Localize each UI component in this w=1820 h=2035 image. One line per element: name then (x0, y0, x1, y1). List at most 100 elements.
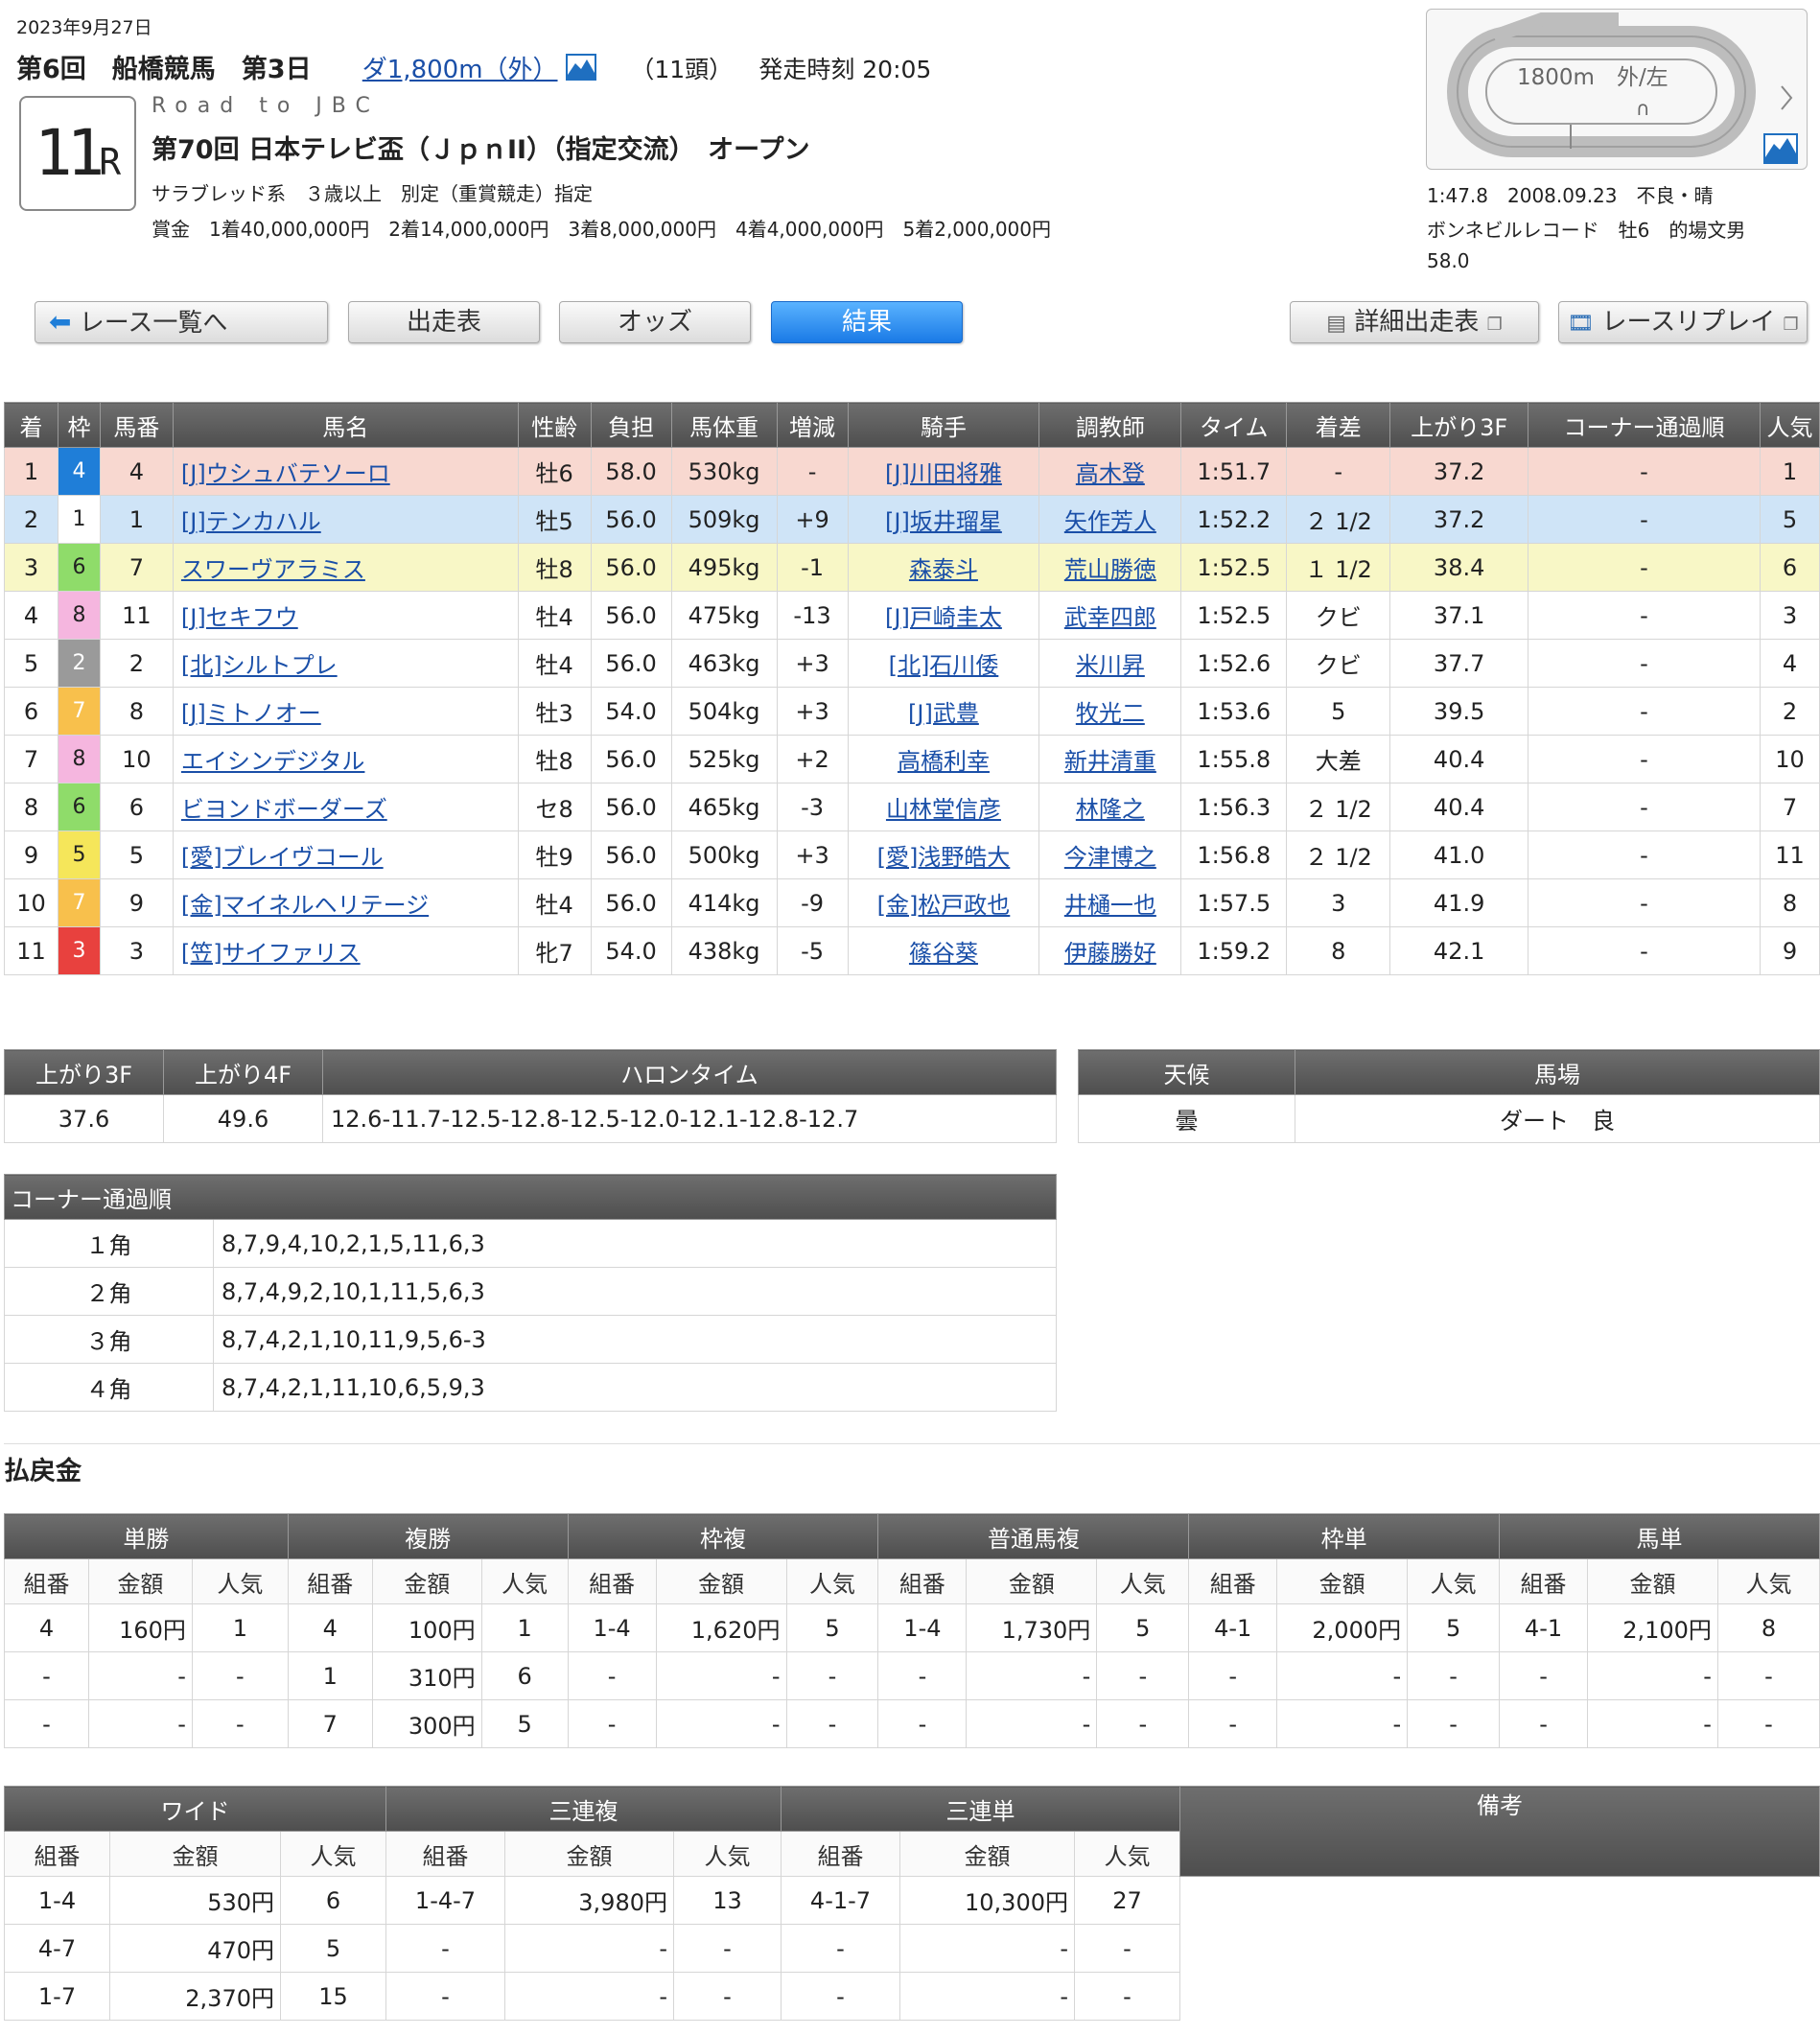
result-jockey-cell: 篠谷葵 (847, 926, 1040, 975)
waku-badge: 8 (57, 735, 101, 784)
jockey-link[interactable]: [金]松戸政也 (877, 892, 1011, 919)
payout-cell: 1,730円 (966, 1603, 1098, 1652)
result-corner-cell: - (1528, 735, 1761, 784)
trainer-link[interactable]: 武幸四郎 (1064, 604, 1156, 631)
jockey-link[interactable]: 山林堂信彦 (886, 796, 1001, 823)
horse-name-link[interactable]: [J]ウシュバテソーロ (181, 460, 390, 487)
horse-name-link[interactable]: [J]ミトノオー (181, 700, 321, 727)
furlong-times: 12.6-11.7-12.5-12.8-12.5-12.0-12.1-12.8-… (322, 1094, 1057, 1143)
jockey-link[interactable]: 篠谷葵 (909, 940, 978, 967)
payout-row: 1-7 2,370円 15- - - - - - (4, 1972, 1820, 2021)
payout-cell: - (4, 1699, 89, 1748)
payout-cell: 10,300円 (899, 1876, 1075, 1925)
waku-badge: 6 (57, 783, 101, 831)
trainer-link[interactable]: 今津博之 (1064, 844, 1156, 871)
corner-order: 8,7,4,2,1,11,10,6,5,9,3 (213, 1363, 1057, 1412)
trainer-link[interactable]: 牧光二 (1076, 700, 1145, 727)
corner-order: 8,7,4,9,2,10,1,11,5,6,3 (213, 1267, 1057, 1316)
result-sa-cell: 牡5 (517, 495, 592, 544)
trainer-link[interactable]: 伊藤勝好 (1064, 940, 1156, 967)
result-pos-cell: 3 (4, 543, 58, 592)
payout-cell: 15 (280, 1972, 386, 2021)
document-icon: ▤ (1326, 312, 1347, 336)
horse-name-link[interactable]: [北]シルトプレ (181, 652, 338, 679)
result-trainer-cell: 武幸四郎 (1038, 591, 1182, 640)
results-button[interactable]: 結果 (771, 301, 963, 343)
trainer-link[interactable]: 米川昇 (1076, 652, 1145, 679)
map-icon[interactable] (566, 54, 597, 87)
payout-table-2: ワイド 三連複 三連単 備考 組番 金額 人気 組番 金額 人気 組番 金額 人気 1-4 530円 6 1… (4, 1786, 1820, 2021)
results-col-header: コーナー通過順 (1528, 402, 1761, 448)
result-wt-cell: 56.0 (590, 735, 672, 784)
jockey-link[interactable]: [北]石川倭 (889, 652, 999, 679)
payout-cell: - (567, 1651, 657, 1700)
trainer-link[interactable]: 林隆之 (1076, 796, 1145, 823)
payout-cell: - (191, 1699, 289, 1748)
horse-name-link[interactable]: [金]マイネルヘリテージ (181, 892, 429, 919)
trainer-link[interactable]: 荒山勝徳 (1064, 556, 1156, 583)
back-arrow-icon: ⬅ (49, 306, 72, 338)
result-wt-cell: 58.0 (590, 447, 672, 496)
race-conditions: サラブレッド系 ３歳以上 別定（重賞競走）指定 (152, 182, 593, 205)
result-horse-cell: [北]シルトプレ (172, 639, 519, 688)
result-diff-cell: +9 (776, 495, 849, 544)
payout-cell: 1-4 (877, 1603, 968, 1652)
result-trainer-cell: 高木登 (1038, 447, 1182, 496)
jockey-link[interactable]: [J]川田将雅 (885, 460, 1002, 487)
jockey-link[interactable]: 森泰斗 (909, 556, 978, 583)
jockey-link[interactable]: [J]坂井瑠星 (885, 508, 1002, 535)
lap-table: 上がり3F 上がり4F ハロンタイム 37.6 49.6 12.6-11.7-1… (4, 1049, 1057, 1143)
result-diff-cell: - (776, 447, 849, 496)
jockey-link[interactable]: 高橋利幸 (898, 748, 990, 775)
result-jockey-cell: [北]石川倭 (847, 639, 1040, 688)
horse-name-link[interactable]: [笠]サイファリス (181, 940, 361, 967)
payout-group-header-row: 単勝 複勝 枠複 普通馬複 枠単 馬単 (4, 1513, 1820, 1559)
result-pop-cell: 7 (1759, 783, 1820, 831)
trainer-link[interactable]: 高木登 (1076, 460, 1145, 487)
horse-name-link[interactable]: [愛]ブレイヴコール (181, 844, 384, 871)
result-corner-cell: - (1528, 687, 1761, 736)
distance-link[interactable]: ダ1,800m（外） (362, 56, 558, 84)
odds-button[interactable]: オッズ (559, 301, 751, 343)
race-list-button[interactable]: ⬅ レース一覧へ (35, 301, 328, 343)
course-diagram[interactable]: 1800m 外/左 ∩ (1426, 9, 1808, 170)
horse-name-link[interactable]: [J]セキフウ (181, 604, 298, 631)
payout-cell: 4-7 (4, 1924, 110, 1973)
jockey-link[interactable]: [J]武豊 (908, 700, 979, 727)
horse-name-link[interactable]: [J]テンカハル (181, 508, 321, 535)
result-time-cell: 1:57.5 (1180, 878, 1288, 927)
corner-label: １角 (4, 1219, 214, 1268)
payout-sub-header: 金額 (655, 1558, 787, 1604)
horse-name-link[interactable]: エイシンデジタル (181, 748, 365, 775)
replay-button[interactable]: 🎞 レースリプレイ ❐ (1558, 301, 1808, 343)
payout-sub-header: 組番 (877, 1558, 968, 1604)
detail-entries-button[interactable]: ▤ 詳細出走表 ❐ (1290, 301, 1539, 343)
payout-sub-header: 人気 (785, 1558, 879, 1604)
jockey-link[interactable]: [J]戸崎圭太 (885, 604, 1002, 631)
payout-group-header-row: ワイド 三連複 三連単 備考 (4, 1786, 1820, 1877)
race-prize: 賞金 1着40,000,000円 2着14,000,000円 3着8,000,0… (152, 218, 1052, 241)
trainer-link[interactable]: 新井清重 (1064, 748, 1156, 775)
waku-badge: 8 (57, 591, 101, 640)
horse-name-link[interactable]: ビヨンドボーダーズ (181, 796, 387, 823)
entries-button[interactable]: 出走表 (348, 301, 540, 343)
waku-badge: 3 (57, 926, 101, 975)
corner-row: １角 8,7,9,4,10,2,1,5,11,6,3 (4, 1219, 1057, 1268)
result-horse-cell: スワーヴアラミス (172, 543, 519, 592)
payout-cell: 4-1-7 (781, 1876, 900, 1925)
result-horse-cell: [J]セキフウ (172, 591, 519, 640)
jockey-link[interactable]: [愛]浅野皓大 (877, 844, 1011, 871)
payout-cell: - (191, 1651, 289, 1700)
payout-cell: 1 (191, 1603, 289, 1652)
trainer-link[interactable]: 井樋一也 (1064, 892, 1156, 919)
course-label: 1800m 外/左 (1517, 65, 1668, 90)
corner-order: 8,7,4,2,1,10,11,9,5,6-3 (213, 1315, 1057, 1364)
result-margin-cell: - (1286, 447, 1391, 496)
result-horse-cell: [J]テンカハル (172, 495, 519, 544)
result-row: 8 6 6 ビヨンドボーダーズ セ8 56.0 465kg -3 山林堂信彦 林隆之 1:56.3 ２… (4, 783, 1820, 831)
result-jockey-cell: [J]川田将雅 (847, 447, 1040, 496)
results-col-header: 騎手 (847, 402, 1040, 448)
trainer-link[interactable]: 矢作芳人 (1064, 508, 1156, 535)
result-pop-cell: 8 (1759, 878, 1820, 927)
horse-name-link[interactable]: スワーヴアラミス (181, 556, 365, 583)
